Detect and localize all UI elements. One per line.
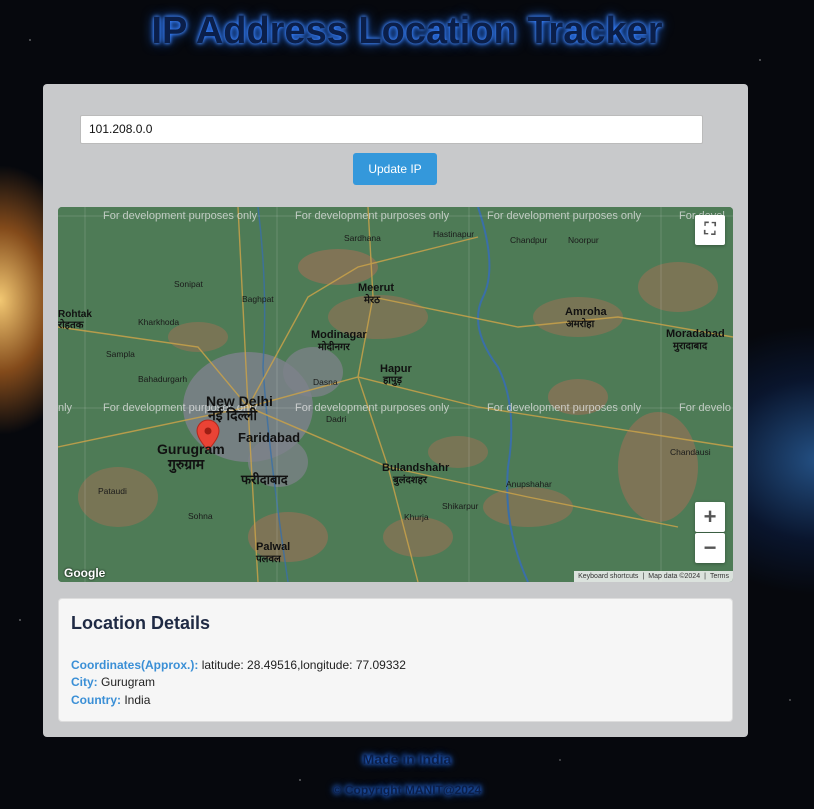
tracker-panel: 101.208.0.0 Update IP For development pu… <box>43 84 748 737</box>
svg-text:For development purposes only: For development purposes only <box>487 210 642 222</box>
city-row: City: Gurugram <box>71 675 155 689</box>
coordinates-row: Coordinates(Approx.): latitude: 28.49516… <box>71 658 406 672</box>
svg-text:For development purposes only: For development purposes only <box>295 210 450 222</box>
made-in-text: Made in India <box>362 751 452 767</box>
svg-text:Modinagar: Modinagar <box>311 329 367 341</box>
svg-text:nly: nly <box>58 402 73 414</box>
city-value: Gurugram <box>101 675 156 689</box>
svg-text:Chandausi: Chandausi <box>670 447 711 457</box>
svg-text:गुरुग्राम: गुरुग्राम <box>167 456 205 474</box>
terms-link[interactable]: Terms <box>710 573 729 580</box>
svg-text:Kharkhoda: Kharkhoda <box>138 317 179 327</box>
svg-text:For development purposes only: For development purposes only <box>487 402 642 414</box>
svg-text:मुरादाबाद: मुरादाबाद <box>672 341 708 352</box>
svg-text:Khurja: Khurja <box>404 512 429 522</box>
svg-text:नई दिल्ली: नई दिल्ली <box>207 407 258 423</box>
svg-text:Baghpat: Baghpat <box>242 294 274 304</box>
location-details-card: Location Details Coordinates(Approx.): l… <box>58 598 733 722</box>
svg-text:मोदीनगर: मोदीनगर <box>317 340 351 353</box>
svg-text:बुलंदशहर: बुलंदशहर <box>392 474 428 486</box>
svg-text:Moradabad: Moradabad <box>666 328 725 340</box>
svg-text:मेरठ: मेरठ <box>363 293 381 306</box>
coordinates-label: Coordinates(Approx.): <box>71 658 199 672</box>
svg-text:Hastinapur: Hastinapur <box>433 229 474 239</box>
keyboard-shortcuts-link[interactable]: Keyboard shortcuts <box>578 573 638 580</box>
svg-text:Anupshahar: Anupshahar <box>506 479 552 489</box>
svg-text:पलवल: पलवल <box>255 554 282 565</box>
svg-text:Bahadurgarh: Bahadurgarh <box>138 374 187 384</box>
map-attribution: Keyboard shortcuts | Map data ©2024 | Te… <box>574 571 733 582</box>
svg-text:Dasna: Dasna <box>313 377 338 387</box>
location-map[interactable]: For development purposes only For develo… <box>58 207 733 582</box>
page-title: IP Address Location Tracker <box>151 10 663 52</box>
zoom-out-button[interactable]: − <box>695 533 725 563</box>
svg-text:Faridabad: Faridabad <box>238 430 300 445</box>
update-ip-button[interactable]: Update IP <box>353 153 437 185</box>
details-heading: Location Details <box>71 613 211 633</box>
country-row: Country: India <box>71 693 150 707</box>
country-label: Country: <box>71 693 121 707</box>
city-label: City: <box>71 675 98 689</box>
coordinates-value: latitude: 28.49516,longitude: 77.09332 <box>201 658 406 672</box>
svg-text:Shikarpur: Shikarpur <box>442 501 479 511</box>
map-data-text: Map data ©2024 <box>648 573 701 580</box>
svg-text:अमरोहा: अमरोहा <box>566 317 595 330</box>
svg-text:Gurugram: Gurugram <box>157 441 225 457</box>
svg-text:Palwal: Palwal <box>256 541 290 553</box>
svg-text:Pataudi: Pataudi <box>98 486 127 496</box>
svg-text:Noorpur: Noorpur <box>568 235 599 245</box>
svg-text:फरीदाबाद: फरीदाबाद <box>240 472 289 487</box>
zoom-in-button[interactable]: + <box>695 502 725 532</box>
svg-text:हापुड़: हापुड़ <box>382 375 403 386</box>
svg-text:For development purposes only: For development purposes only <box>103 210 258 222</box>
svg-text:For development purposes only: For development purposes only <box>295 402 450 414</box>
map-canvas: For development purposes only For develo… <box>58 207 733 582</box>
svg-text:Sampla: Sampla <box>106 349 135 359</box>
svg-text:रोहतक: रोहतक <box>58 318 85 331</box>
country-value: India <box>124 693 151 707</box>
svg-text:For develo: For develo <box>679 402 731 414</box>
svg-text:Rohtak: Rohtak <box>58 309 92 320</box>
fullscreen-button[interactable]: ⛶ <box>695 215 725 245</box>
google-logo: Google <box>64 566 106 580</box>
ip-address-input[interactable]: 101.208.0.0 <box>80 115 703 144</box>
svg-text:Hapur: Hapur <box>380 363 413 375</box>
copyright-text: © Copyright MANIT@2024 <box>332 783 482 797</box>
svg-text:Sohna: Sohna <box>188 511 213 521</box>
svg-text:Sonipat: Sonipat <box>174 279 203 289</box>
svg-text:Sardhana: Sardhana <box>344 233 381 243</box>
svg-text:Chandpur: Chandpur <box>510 235 548 245</box>
svg-text:Meerut: Meerut <box>358 282 394 294</box>
svg-text:Dadri: Dadri <box>326 414 346 424</box>
svg-text:Amroha: Amroha <box>565 306 607 318</box>
svg-text:Bulandshahr: Bulandshahr <box>382 462 450 474</box>
